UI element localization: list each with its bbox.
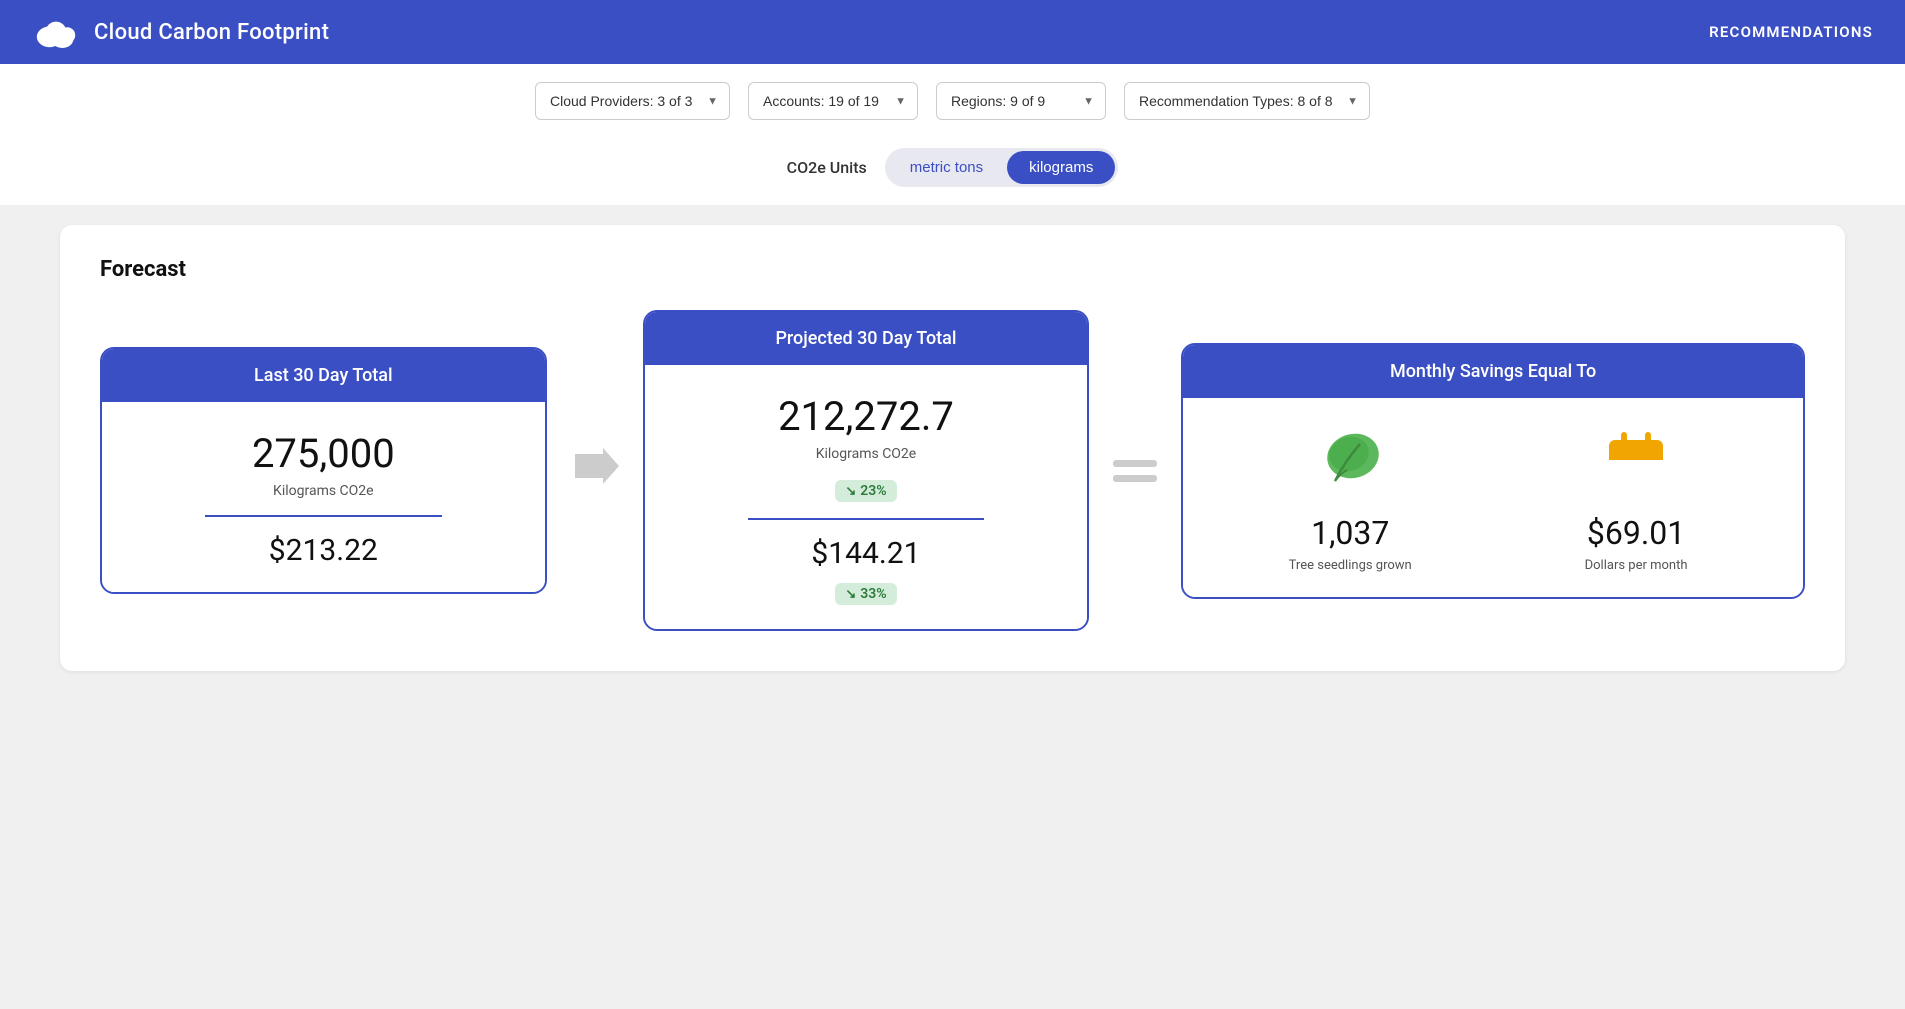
- accounts-select[interactable]: Accounts: 19 of 19: [748, 82, 918, 120]
- equals-icon: [1113, 460, 1157, 482]
- regions-select[interactable]: Regions: 9 of 9: [936, 82, 1106, 120]
- recommendation-types-wrapper: Recommendation Types: 8 of 8: [1124, 82, 1370, 120]
- metric-tons-button[interactable]: metric tons: [888, 151, 1005, 184]
- last-30-body: 275,000 Kilograms CO2e $213.22: [102, 402, 545, 592]
- recommendations-link[interactable]: RECOMMENDATIONS: [1709, 23, 1873, 41]
- projected-30-unit: Kilograms CO2e: [669, 446, 1064, 462]
- projected-30-card: Projected 30 Day Total 212,272.7 Kilogra…: [643, 310, 1090, 631]
- forecast-title: Forecast: [100, 257, 1805, 282]
- units-section: CO2e Units metric tons kilograms: [0, 138, 1905, 205]
- projected-30-secondary-value: $144.21: [669, 536, 1064, 571]
- equals-bar-bottom: [1113, 475, 1157, 482]
- equals-bar-top: [1113, 460, 1157, 467]
- leaf-icon: [1315, 426, 1385, 496]
- trend1-arrow-icon: ↘: [845, 484, 856, 499]
- last-30-unit: Kilograms CO2e: [126, 483, 521, 499]
- last-30-secondary-value: $213.22: [126, 533, 521, 568]
- units-toggle: metric tons kilograms: [885, 148, 1119, 187]
- cloud-providers-select[interactable]: Cloud Providers: 3 of 3: [535, 82, 730, 120]
- projected-trend1-badge: ↘ 23%: [835, 480, 896, 502]
- app-header: Cloud Carbon Footprint RECOMMENDATIONS: [0, 0, 1905, 64]
- forecast-section: Forecast Last 30 Day Total 275,000 Kilog…: [60, 225, 1845, 671]
- last-30-main-value: 275,000: [126, 430, 521, 477]
- cloud-providers-wrapper: Cloud Providers: 3 of 3: [535, 82, 730, 120]
- projected-30-header: Projected 30 Day Total: [645, 312, 1088, 365]
- regions-wrapper: Regions: 9 of 9: [936, 82, 1106, 120]
- savings-tree-item: 1,037 Tree seedlings grown: [1207, 426, 1493, 573]
- projected-30-divider: [748, 518, 985, 520]
- accounts-wrapper: Accounts: 19 of 19: [748, 82, 918, 120]
- filters-bar: Cloud Providers: 3 of 3 Accounts: 19 of …: [0, 64, 1905, 138]
- savings-money-desc: Dollars per month: [1493, 558, 1779, 573]
- last-30-divider: [205, 515, 442, 517]
- projected-30-main-value: 212,272.7: [669, 393, 1064, 440]
- savings-body: 1,037 Tree seedlings grown: [1183, 398, 1803, 597]
- last-30-header: Last 30 Day Total: [102, 349, 545, 402]
- arrow-right-icon: [571, 444, 619, 498]
- cards-row: Last 30 Day Total 275,000 Kilograms CO2e…: [100, 310, 1805, 631]
- savings-tree-value: 1,037: [1207, 514, 1493, 552]
- trend2-arrow-icon: ↘: [845, 587, 856, 602]
- trend1-value: 23%: [860, 483, 886, 499]
- last-30-card: Last 30 Day Total 275,000 Kilograms CO2e…: [100, 347, 547, 594]
- recommendation-types-select[interactable]: Recommendation Types: 8 of 8: [1124, 82, 1370, 120]
- cloud-icon: [32, 14, 80, 50]
- savings-tree-desc: Tree seedlings grown: [1207, 558, 1493, 573]
- trend2-value: 33%: [860, 586, 886, 602]
- savings-money-value: $69.01: [1493, 514, 1779, 552]
- calendar-icon: [1601, 426, 1671, 496]
- projected-trend2-badge: ↘ 33%: [835, 583, 896, 605]
- savings-card: Monthly Savings Equal To 1,037 Tree seed…: [1181, 343, 1805, 599]
- kilograms-button[interactable]: kilograms: [1007, 151, 1115, 184]
- projected-30-body: 212,272.7 Kilograms CO2e ↘ 23% $144.21 ↘…: [645, 365, 1088, 629]
- main-content: Forecast Last 30 Day Total 275,000 Kilog…: [0, 205, 1905, 691]
- header-left: Cloud Carbon Footprint: [32, 14, 329, 50]
- savings-header: Monthly Savings Equal To: [1183, 345, 1803, 398]
- app-title: Cloud Carbon Footprint: [94, 20, 329, 45]
- savings-money-item: $69.01 Dollars per month: [1493, 426, 1779, 573]
- units-label: CO2e Units: [787, 158, 867, 177]
